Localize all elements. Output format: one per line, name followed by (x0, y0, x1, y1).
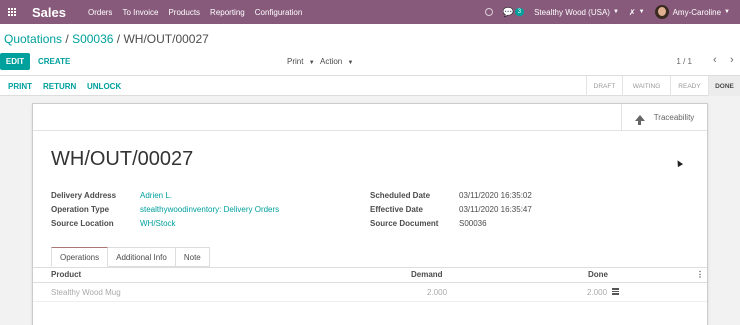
pager-previous-icon[interactable]: ‹ (713, 54, 717, 66)
row-done: 2.000 (587, 288, 608, 297)
right-fields: Scheduled Date 03/11/2020 16:35:02 Effec… (370, 188, 532, 230)
tab-divider (33, 267, 707, 268)
tab-operations[interactable]: Operations (51, 247, 109, 267)
field-operation-type: Operation Type stealthywoodinventory: De… (51, 202, 279, 216)
arrow-up-icon (634, 114, 645, 125)
button-box: Traceability (33, 104, 707, 131)
breadcrumb-order[interactable]: S00036 (72, 32, 113, 46)
menu-reporting[interactable]: Reporting (210, 8, 245, 17)
field-label: Delivery Address (51, 190, 117, 200)
stage-ready: READY (670, 76, 708, 96)
field-effective-date: Effective Date 03/11/2020 16:35:47 (370, 202, 532, 216)
effective-date-value: 03/11/2020 16:35:47 (459, 204, 532, 214)
print-button[interactable]: PRINT (8, 82, 32, 91)
menu-orders[interactable]: Orders (88, 8, 112, 17)
top-navbar: Sales Orders To Invoice Products Reporti… (0, 0, 740, 24)
apps-grid-icon[interactable] (0, 0, 24, 24)
menu-to-invoice[interactable]: To Invoice (122, 8, 158, 17)
breadcrumb-separator: / (113, 32, 124, 46)
breadcrumb: Quotations / S00036 / WH/OUT/00027 (4, 32, 209, 46)
field-source-location: Source Location WH/Stock (51, 216, 279, 230)
form-sheet: Traceability WH/OUT/00027 Delivery Addre… (32, 103, 708, 325)
detailed-operations-icon[interactable] (612, 288, 619, 295)
stage-draft: DRAFT (586, 76, 622, 96)
pager-next-icon[interactable]: › (730, 54, 734, 66)
row-divider (33, 301, 707, 302)
company-name: Stealthy Wood (USA) (534, 7, 610, 17)
notebook-tabs: Operations Additional Info Note (51, 247, 210, 267)
row-demand: 2.000 (427, 288, 448, 297)
chevron-down-icon: ▼ (612, 9, 619, 15)
action-label: Action (320, 57, 343, 66)
column-header-done[interactable]: Done (588, 270, 608, 279)
row-product: Stealthy Wood Mug (51, 288, 121, 297)
scheduled-date-value: 03/11/2020 16:35:02 (459, 190, 532, 200)
field-label: Source Location (51, 218, 114, 228)
company-switcher[interactable]: Stealthy Wood (USA) ▼ (534, 8, 619, 17)
print-label: Print (287, 57, 304, 66)
field-delivery-address: Delivery Address Adrien L. (51, 188, 279, 202)
action-dropdown[interactable]: Action ▼ (320, 57, 353, 66)
traceability-label: Traceability (653, 113, 695, 122)
user-name: Amy-Caroline (672, 7, 722, 17)
unlock-button[interactable]: UNLOCK (87, 82, 121, 91)
table-header-divider (33, 282, 707, 283)
column-header-product[interactable]: Product (51, 270, 81, 279)
stage-waiting: WAITING (622, 76, 670, 96)
traceability-button[interactable]: Traceability (621, 104, 707, 131)
app-name[interactable]: Sales (32, 5, 66, 20)
menu-products[interactable]: Products (168, 8, 200, 17)
breadcrumb-quotations[interactable]: Quotations (4, 32, 62, 46)
field-label: Scheduled Date (370, 190, 431, 200)
chevron-down-icon: ▼ (724, 9, 730, 15)
breadcrumb-current: WH/OUT/00027 (123, 32, 209, 46)
activity-clock-icon[interactable] (484, 8, 493, 16)
pager-value[interactable]: 1 / 1 (676, 57, 692, 66)
create-button[interactable]: CREATE (38, 53, 70, 70)
stage-done: DONE (708, 76, 740, 96)
source-document-value: S00036 (459, 218, 487, 228)
chat-badge: 3 (514, 8, 525, 16)
column-options-icon[interactable]: ⋮ (696, 270, 704, 279)
chat-icon[interactable]: 💬 3 (503, 7, 525, 18)
tab-note[interactable]: Note (175, 247, 210, 267)
debug-icon[interactable]: ✗ ▼ (629, 8, 645, 17)
statusbar: PRINT RETURN UNLOCK DRAFT WAITING READY … (0, 76, 740, 96)
column-header-demand[interactable]: Demand (411, 270, 443, 279)
field-label: Source Document (370, 218, 439, 228)
delivery-address-link[interactable]: Adrien L. (140, 191, 172, 200)
user-menu[interactable]: Amy-Caroline ▼ (654, 5, 730, 19)
operation-type-link[interactable]: stealthywoodinventory: Delivery Orders (140, 205, 279, 214)
left-fields: Delivery Address Adrien L. Operation Typ… (51, 188, 279, 230)
print-dropdown[interactable]: Print ▼ (287, 57, 315, 66)
menu-configuration[interactable]: Configuration (255, 8, 303, 17)
control-panel: Quotations / S00036 / WH/OUT/00027 EDIT … (0, 24, 740, 76)
edit-button[interactable]: EDIT (0, 53, 30, 70)
field-label: Operation Type (51, 204, 110, 214)
return-button[interactable]: RETURN (43, 82, 76, 91)
field-scheduled-date: Scheduled Date 03/11/2020 16:35:02 (370, 188, 532, 202)
source-location-link[interactable]: WH/Stock (140, 219, 176, 228)
field-source-document: Source Document S00036 (370, 216, 532, 230)
page-title: WH/OUT/00027 (51, 148, 194, 170)
avatar (654, 5, 669, 19)
field-label: Effective Date (370, 204, 423, 214)
breadcrumb-separator: / (62, 32, 73, 46)
tab-additional-info[interactable]: Additional Info (108, 247, 176, 267)
